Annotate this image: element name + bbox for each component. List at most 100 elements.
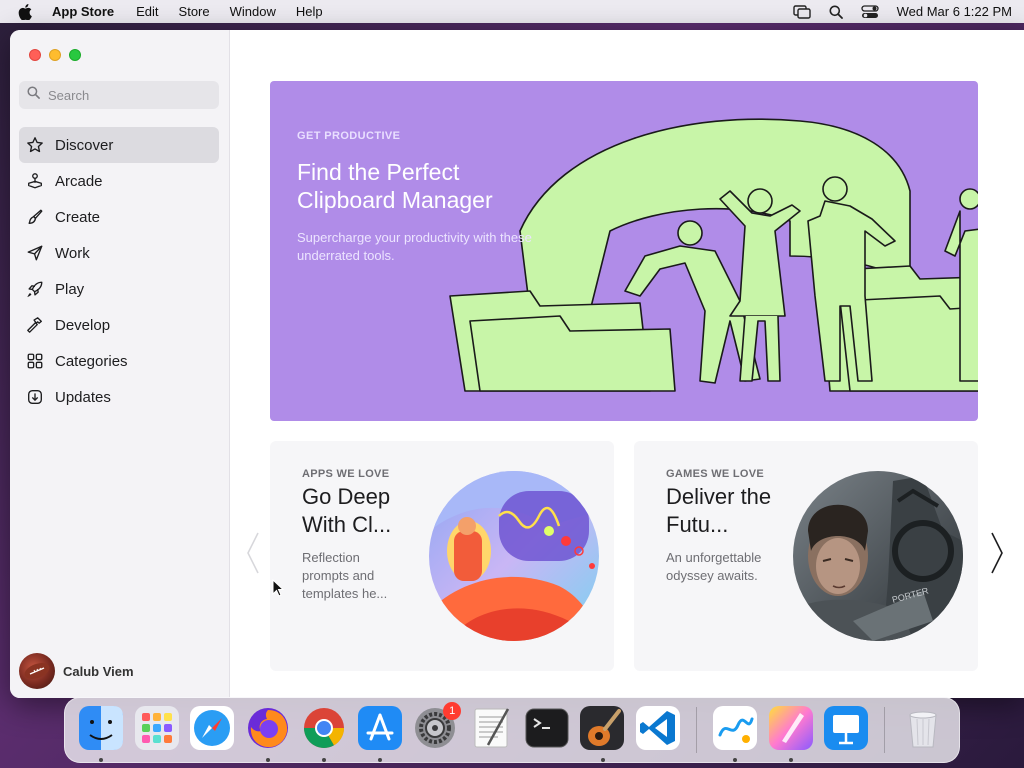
dock-app-store[interactable] — [356, 705, 404, 762]
sidebar-item-categories[interactable]: Categories — [19, 343, 219, 379]
main-content: GET PRODUCTIVE Find the Perfect Clipboar… — [231, 30, 1024, 698]
hero-title: Find the Perfect Clipboard Manager — [297, 159, 493, 213]
dock-firefox[interactable] — [244, 705, 292, 762]
card-description: Reflection prompts and templates he... — [302, 550, 388, 601]
finder-icon — [78, 705, 124, 756]
games-we-love-card[interactable]: GAMES WE LOVE Deliver the Futu... An unf… — [634, 441, 978, 671]
hero-eyebrow: GET PRODUCTIVE — [297, 130, 401, 142]
avatar — [19, 653, 55, 689]
launchpad-icon — [134, 705, 180, 756]
sidebar-item-label: Play — [55, 280, 85, 298]
card-eyebrow: APPS WE LOVE — [302, 468, 390, 480]
sidebar-item-develop[interactable]: Develop — [19, 307, 219, 343]
sidebar-item-label: Discover — [55, 136, 114, 154]
menu-help[interactable]: Help — [296, 4, 323, 19]
safari-icon — [189, 705, 235, 756]
card-artwork — [429, 471, 599, 641]
hammer-icon — [25, 315, 45, 335]
app-store-window: Discover Arcade Create Work — [10, 30, 1024, 698]
garageband-icon — [579, 705, 625, 756]
chevron-left-icon — [246, 531, 260, 580]
sidebar: Discover Arcade Create Work — [10, 30, 230, 698]
dock-safari[interactable] — [188, 705, 236, 756]
sidebar-item-label: Develop — [55, 316, 111, 334]
dock-separator — [884, 707, 886, 753]
dock-textedit[interactable] — [467, 706, 515, 754]
star-icon — [25, 135, 45, 155]
notification-badge: 1 — [443, 702, 462, 720]
card-eyebrow: GAMES WE LOVE — [666, 468, 765, 480]
keynote-icon — [823, 705, 869, 756]
paintbrush-icon — [25, 207, 45, 227]
search-field[interactable] — [19, 81, 219, 109]
sidebar-item-arcade[interactable]: Arcade — [19, 163, 219, 199]
freeform-icon — [712, 705, 758, 756]
account-button[interactable]: Calub Viem — [19, 653, 134, 689]
menu-app-name[interactable]: App Store — [52, 4, 114, 19]
dock-garageband[interactable] — [579, 705, 627, 762]
rocket-icon — [25, 279, 45, 299]
sidebar-item-create[interactable]: Create — [19, 199, 219, 235]
dock-chrome[interactable] — [300, 705, 348, 762]
dock-vscode[interactable] — [634, 705, 682, 756]
dock-terminal[interactable] — [523, 706, 571, 754]
sidebar-item-work[interactable]: Work — [19, 235, 219, 271]
sidebar-nav: Discover Arcade Create Work Play Develop… — [19, 127, 219, 415]
chrome-icon — [301, 705, 347, 756]
apps-we-love-card[interactable]: APPS WE LOVE Go Deep With Cl... Reflecti… — [270, 441, 614, 671]
dock-freeform[interactable] — [711, 705, 759, 762]
menu-window[interactable]: Window — [230, 4, 276, 19]
close-button[interactable] — [29, 49, 41, 61]
sidebar-item-play[interactable]: Play — [19, 271, 219, 307]
apple-menu-icon[interactable] — [18, 3, 34, 20]
sidebar-item-label: Categories — [55, 352, 128, 370]
carousel-next-button[interactable] — [987, 530, 1007, 580]
menu-store[interactable]: Store — [179, 4, 210, 19]
search-input[interactable] — [48, 87, 208, 103]
hero-banner[interactable]: GET PRODUCTIVE Find the Perfect Clipboar… — [270, 81, 978, 421]
dock-separator — [696, 707, 698, 753]
dock-keynote[interactable] — [823, 705, 871, 756]
firefox-icon — [245, 705, 291, 756]
zoom-button[interactable] — [69, 49, 81, 61]
dock-system-settings[interactable]: 1 — [411, 702, 462, 754]
carousel-prev-button[interactable] — [243, 530, 263, 580]
dock-finder[interactable] — [77, 705, 125, 762]
spotlight-search-icon[interactable] — [829, 5, 843, 19]
card-description: An unforgettable odyssey awaits. — [666, 550, 762, 583]
menu-clock[interactable]: Wed Mar 6 1:22 PM — [897, 4, 1012, 19]
dock: 1 — [64, 697, 960, 763]
pages-icon — [768, 705, 814, 756]
sidebar-item-discover[interactable]: Discover — [19, 127, 219, 163]
download-icon — [25, 387, 45, 407]
app-store-icon — [357, 705, 403, 756]
sidebar-item-updates[interactable]: Updates — [19, 379, 219, 415]
window-controls — [29, 49, 81, 61]
vscode-icon — [635, 705, 681, 756]
running-indicator — [266, 758, 271, 762]
running-indicator — [788, 758, 793, 762]
chevron-right-icon — [990, 531, 1004, 580]
hero-subtitle: Supercharge your productivity with these… — [297, 230, 532, 263]
search-icon — [27, 86, 40, 104]
menu-edit[interactable]: Edit — [136, 4, 158, 19]
user-name: Calub Viem — [63, 663, 134, 679]
dock-trash[interactable] — [899, 706, 947, 754]
running-indicator — [600, 758, 605, 762]
trash-icon — [900, 705, 946, 756]
terminal-icon — [524, 705, 570, 756]
screen-mirroring-icon[interactable] — [792, 4, 811, 19]
mouse-cursor-icon — [272, 578, 285, 602]
dock-launchpad[interactable] — [133, 705, 181, 756]
menu-bar: App Store Edit Store Window Help Wed Mar… — [0, 0, 1024, 23]
grid-icon — [25, 351, 45, 371]
dock-pages[interactable] — [767, 705, 815, 762]
running-indicator — [99, 758, 103, 762]
card-title: Go Deep With Cl... — [302, 484, 392, 537]
running-indicator — [321, 758, 326, 762]
sidebar-item-label: Arcade — [55, 172, 103, 190]
control-center-icon[interactable] — [860, 4, 879, 19]
minimize-button[interactable] — [49, 49, 61, 61]
running-indicator — [733, 758, 738, 762]
sidebar-item-label: Updates — [55, 388, 111, 406]
